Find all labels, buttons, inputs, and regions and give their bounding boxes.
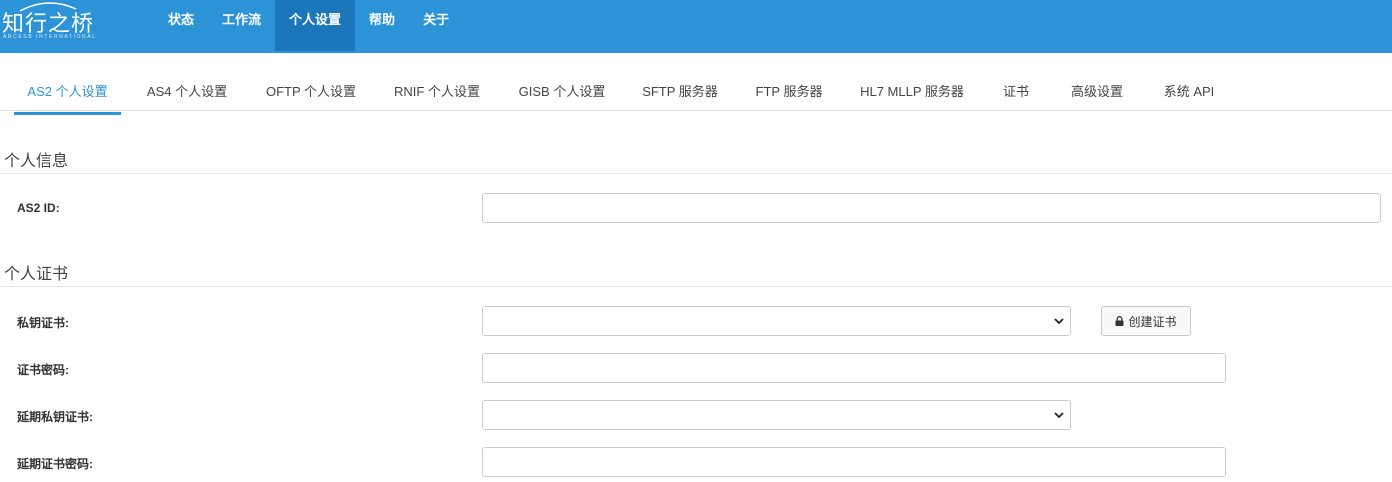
- top-navbar: 知行之桥 ARCESB INTERNATIONAL 状态 工作流 个人设置 帮助…: [0, 0, 1392, 53]
- cert-password-input[interactable]: [482, 353, 1226, 383]
- tab-oftp[interactable]: OFTP 个人设置: [260, 74, 362, 110]
- tab-ftp-server[interactable]: FTP 服务器: [750, 74, 828, 110]
- settings-tabs: AS2 个人设置 AS4 个人设置 OFTP 个人设置 RNIF 个人设置 GI…: [0, 74, 1392, 115]
- create-cert-button[interactable]: 创建证书: [1101, 306, 1191, 336]
- tab-gisb[interactable]: GISB 个人设置: [513, 74, 611, 110]
- main-nav: 状态 工作流 个人设置 帮助 关于: [154, 0, 463, 51]
- extended-cert-password-label: 延期证书密码:: [17, 457, 93, 471]
- tab-sftp-server[interactable]: SFTP 服务器: [638, 74, 722, 110]
- private-cert-label: 私钥证书:: [17, 316, 69, 330]
- tab-system-api[interactable]: 系统 API: [1158, 74, 1220, 110]
- as2-id-label: AS2 ID:: [17, 201, 60, 215]
- nav-help[interactable]: 帮助: [355, 0, 409, 51]
- nav-profile-settings[interactable]: 个人设置: [275, 0, 356, 51]
- section-title-personal-cert: 个人证书: [4, 266, 69, 283]
- tab-rnif[interactable]: RNIF 个人设置: [388, 74, 486, 110]
- chevron-down-icon: [1054, 412, 1064, 419]
- create-cert-button-label: 创建证书: [1128, 314, 1177, 329]
- section-divider: [0, 173, 1392, 174]
- section-title-personal-info: 个人信息: [4, 153, 69, 170]
- extended-private-cert-label: 延期私钥证书:: [17, 410, 93, 424]
- section-divider: [0, 286, 1392, 287]
- lock-icon: [1115, 316, 1124, 326]
- tab-advanced-settings[interactable]: 高级设置: [1062, 74, 1132, 110]
- tab-hl7-mllp-server[interactable]: HL7 MLLP 服务器: [854, 74, 970, 110]
- logo[interactable]: 知行之桥 ARCESB INTERNATIONAL: [0, 0, 110, 53]
- extended-private-cert-select[interactable]: [482, 400, 1071, 430]
- extended-cert-password-input[interactable]: [482, 447, 1226, 477]
- cert-password-label: 证书密码:: [17, 363, 69, 377]
- nav-workflow[interactable]: 工作流: [208, 0, 275, 51]
- tab-as4[interactable]: AS4 个人设置: [140, 74, 234, 110]
- chevron-down-icon: [1054, 318, 1064, 325]
- tab-as2[interactable]: AS2 个人设置: [14, 74, 121, 115]
- as2-id-input[interactable]: [482, 193, 1381, 223]
- tab-certificates[interactable]: 证书: [998, 74, 1034, 110]
- logo-subtext: ARCESB INTERNATIONAL: [3, 34, 97, 40]
- nav-about[interactable]: 关于: [409, 0, 463, 51]
- nav-status[interactable]: 状态: [154, 0, 208, 51]
- private-cert-select[interactable]: [482, 306, 1071, 336]
